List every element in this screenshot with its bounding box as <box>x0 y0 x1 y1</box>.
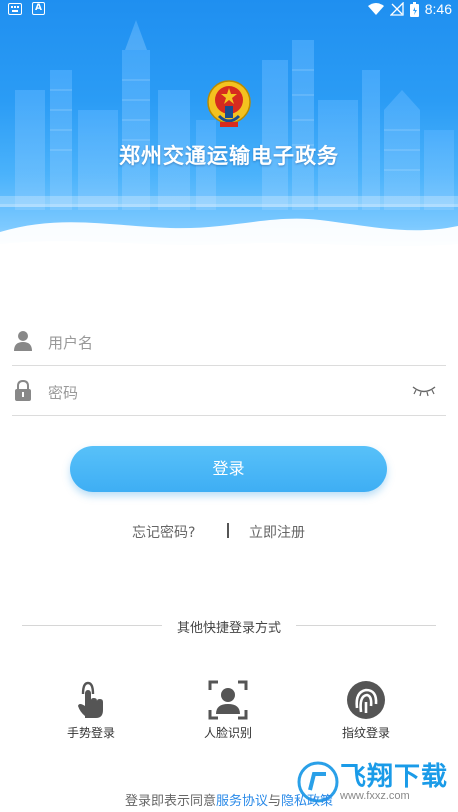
fingerprint-login-label: 指纹登录 <box>341 726 390 740</box>
gesture-login-label: 手势登录 <box>66 726 115 740</box>
watermark-text: 飞翔下载 <box>340 762 449 792</box>
national-emblem-icon <box>207 80 251 127</box>
service-agreement-link[interactable]: 服务协议 <box>216 794 268 809</box>
agreement-text: 登录即表示同意服务协议与隐私政策 <box>0 790 458 809</box>
a-icon: A <box>32 2 45 15</box>
user-icon <box>14 331 32 351</box>
battery-icon <box>409 1 419 17</box>
divider-line-right <box>296 625 436 626</box>
gesture-login-option[interactable]: 手势登录 <box>51 680 131 741</box>
fingerprint-icon <box>347 681 385 719</box>
privacy-policy-link[interactable]: 隐私政策 <box>281 794 333 809</box>
agreement-prefix: 登录即表示同意 <box>124 794 216 809</box>
quick-login-heading: 其他快捷登录方式 <box>176 621 281 636</box>
wifi-icon <box>367 2 384 15</box>
account-links: 忘记密码? 立即注册 <box>0 520 458 542</box>
password-field[interactable]: 密码 <box>12 368 446 416</box>
no-signal-icon <box>389 2 404 16</box>
status-bar: A 8:46 <box>0 0 458 20</box>
username-field[interactable]: 用户名 <box>12 318 446 366</box>
status-time: 8:46 <box>424 1 452 17</box>
face-login-label: 人脸识别 <box>203 726 252 740</box>
register-link[interactable]: 立即注册 <box>249 522 305 542</box>
face-scan-icon <box>208 680 248 720</box>
forgot-password-link[interactable]: 忘记密码? <box>132 522 195 542</box>
password-placeholder: 密码 <box>48 384 79 402</box>
quick-login-divider: 其他快捷登录方式 <box>22 616 436 636</box>
gesture-hand-icon <box>78 681 103 718</box>
app-title: 郑州交通运输电子政务 <box>119 144 339 168</box>
hero-banner: 郑州交通运输电子政务 <box>0 0 458 290</box>
keyboard-icon <box>8 2 22 15</box>
agreement-and: 与 <box>268 794 282 809</box>
login-button[interactable]: 登录 <box>70 446 387 492</box>
username-placeholder: 用户名 <box>48 334 94 352</box>
lock-icon <box>15 380 31 401</box>
link-separator <box>227 523 229 538</box>
eye-closed-icon[interactable] <box>412 384 436 398</box>
face-login-option[interactable]: 人脸识别 <box>188 680 268 741</box>
fingerprint-login-option[interactable]: 指纹登录 <box>326 680 406 741</box>
